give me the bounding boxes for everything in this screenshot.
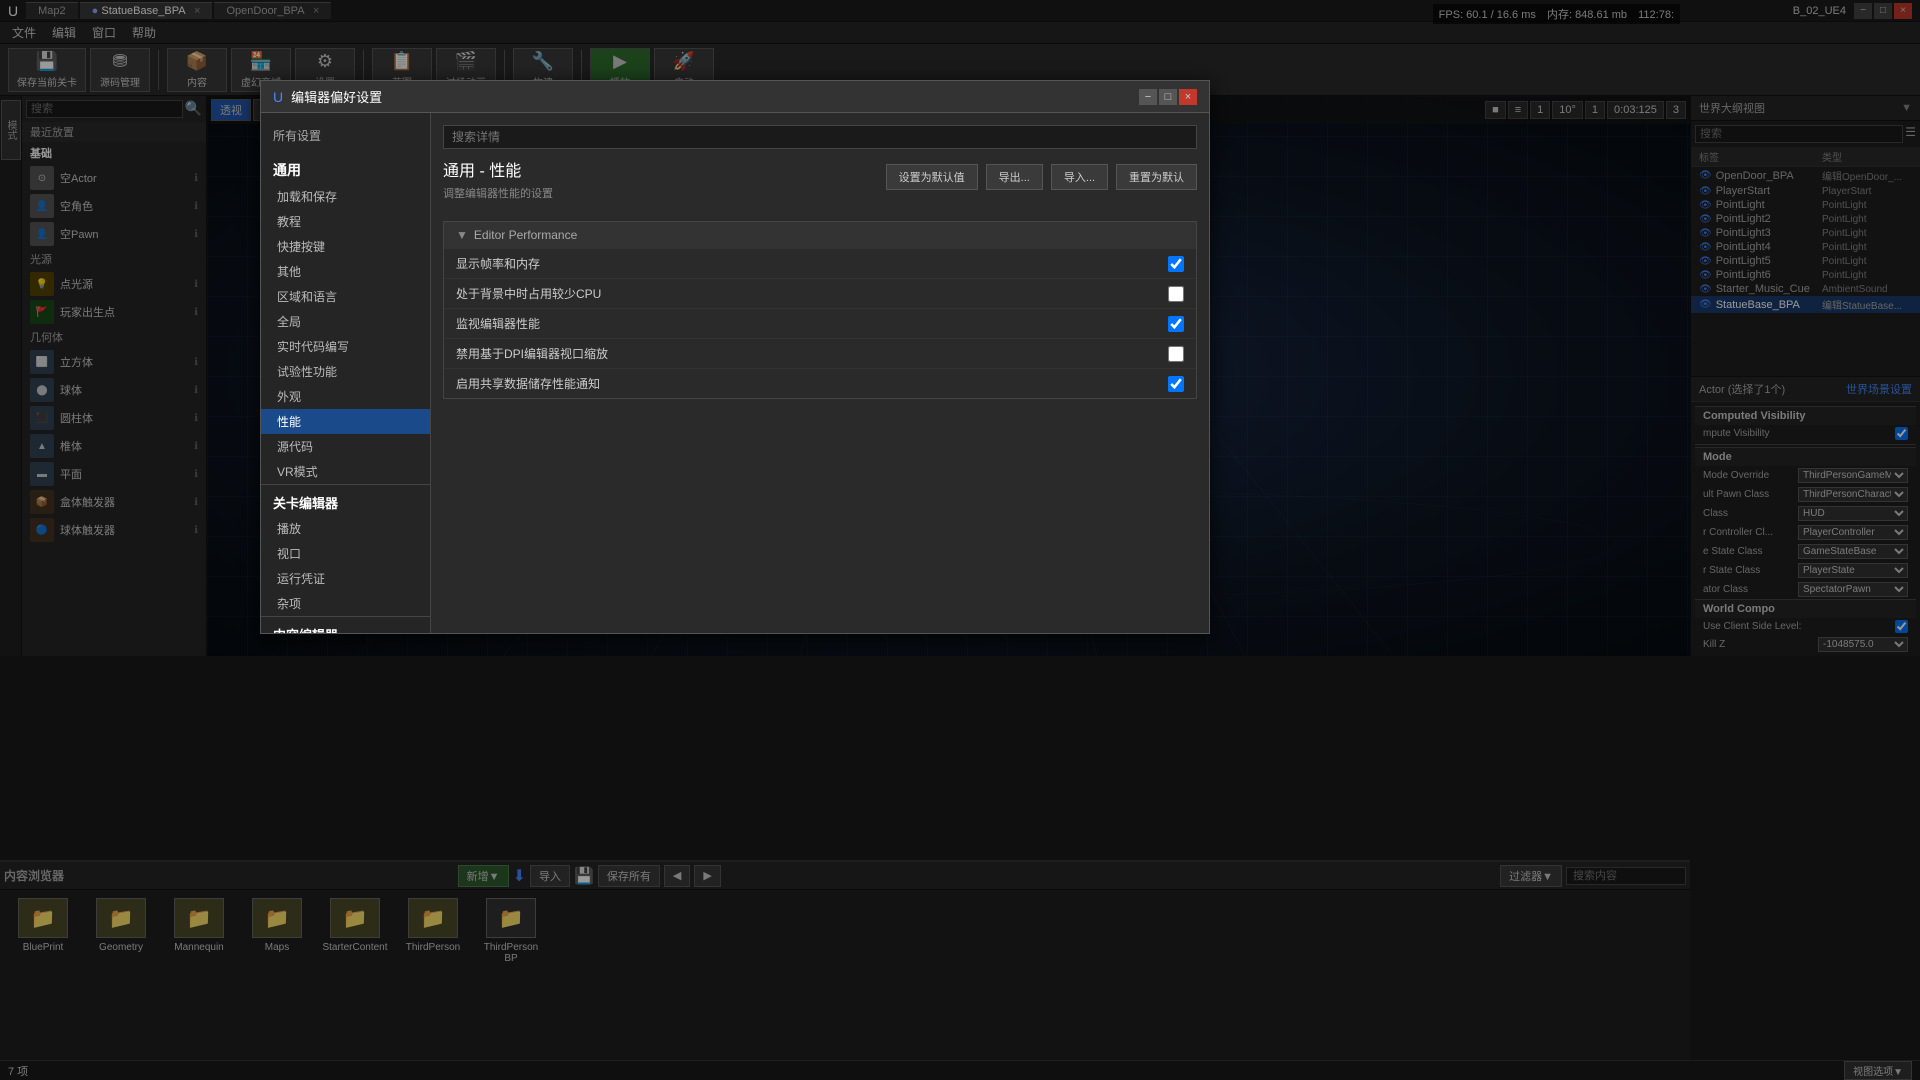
export-button[interactable]: 导出... <box>986 164 1043 190</box>
setting-label: 禁用基于DPI编辑器视口缩放 <box>456 345 1160 362</box>
background-cpu-check[interactable] <box>1168 286 1184 302</box>
modal-window-controls: − □ × <box>1139 89 1197 105</box>
modal-navigation: 所有设置 通用 加载和保存 教程 快捷按键 其他 区域和语言 全局 实时代码编写… <box>261 113 431 633</box>
setting-row: 禁用基于DPI编辑器视口缩放 <box>444 338 1196 368</box>
modal-action-bar: 设置为默认值 导出... 导入... 重置为默认 <box>886 164 1197 190</box>
nav-play[interactable]: 播放 <box>261 516 430 541</box>
editor-performance-header[interactable]: ▼ Editor Performance <box>444 222 1196 248</box>
modal-maximize-button[interactable]: □ <box>1159 89 1177 105</box>
modal-section-title: 通用 - 性能 <box>443 157 553 181</box>
modal-content-area: 通用 - 性能 调整编辑器性能的设置 设置为默认值 导出... 导入... 重置… <box>431 113 1209 633</box>
nav-source-code[interactable]: 源代码 <box>261 434 430 459</box>
nav-live-coding[interactable]: 实时代码编写 <box>261 334 430 359</box>
nav-shortcuts[interactable]: 快捷按键 <box>261 234 430 259</box>
nav-section-general: 通用 <box>261 150 430 184</box>
nav-misc[interactable]: 杂项 <box>261 591 430 616</box>
nav-region-language[interactable]: 区域和语言 <box>261 284 430 309</box>
nav-performance[interactable]: 性能 <box>261 409 430 434</box>
set-default-button[interactable]: 设置为默认值 <box>886 164 978 190</box>
modal-header-row: 通用 - 性能 调整编辑器性能的设置 设置为默认值 导出... 导入... 重置… <box>443 157 1197 213</box>
nav-credentials[interactable]: 运行凭证 <box>261 566 430 591</box>
collapse-arrow-icon: ▼ <box>456 228 468 242</box>
setting-label: 显示帧率和内存 <box>456 255 1160 272</box>
modal-title-text: 编辑器偏好设置 <box>291 87 382 106</box>
preferences-modal-overlay: U 编辑器偏好设置 − □ × 所有设置 通用 加载和保存 教程 快捷按键 其他… <box>0 0 1920 1080</box>
monitor-performance-check[interactable] <box>1168 316 1184 332</box>
modal-minimize-button[interactable]: − <box>1139 89 1157 105</box>
nav-viewport[interactable]: 视口 <box>261 541 430 566</box>
setting-label: 处于背景中时占用较少CPU <box>456 285 1160 302</box>
setting-row: 启用共享数据储存性能通知 <box>444 368 1196 398</box>
nav-vr-mode[interactable]: VR模式 <box>261 459 430 484</box>
setting-row: 监视编辑器性能 <box>444 308 1196 338</box>
modal-body: 所有设置 通用 加载和保存 教程 快捷按键 其他 区域和语言 全局 实时代码编写… <box>261 113 1209 633</box>
nav-load-save[interactable]: 加载和保存 <box>261 184 430 209</box>
reset-default-button[interactable]: 重置为默认 <box>1116 164 1197 190</box>
nav-global[interactable]: 全局 <box>261 309 430 334</box>
setting-label: 启用共享数据储存性能通知 <box>456 375 1160 392</box>
nav-section-content-editor: 内容编辑器 <box>261 616 430 633</box>
nav-section-level-editor: 关卡编辑器 <box>261 484 430 516</box>
setting-row: 显示帧率和内存 <box>444 248 1196 278</box>
modal-section-subtitle: 调整编辑器性能的设置 <box>443 185 553 201</box>
editor-performance-group: ▼ Editor Performance 显示帧率和内存 处于背景中时占用较少C… <box>443 221 1197 399</box>
fps-memory-check[interactable] <box>1168 256 1184 272</box>
editor-performance-label: Editor Performance <box>474 228 577 242</box>
nav-tutorial[interactable]: 教程 <box>261 209 430 234</box>
setting-row: 处于背景中时占用较少CPU <box>444 278 1196 308</box>
disable-dpi-check[interactable] <box>1168 346 1184 362</box>
shared-data-notify-check[interactable] <box>1168 376 1184 392</box>
nav-appearance[interactable]: 外观 <box>261 384 430 409</box>
modal-search-input[interactable] <box>443 125 1197 149</box>
modal-ue-icon: U <box>273 89 283 105</box>
modal-close-button[interactable]: × <box>1179 89 1197 105</box>
setting-label: 监视编辑器性能 <box>456 315 1160 332</box>
nav-other[interactable]: 其他 <box>261 259 430 284</box>
preferences-modal: U 编辑器偏好设置 − □ × 所有设置 通用 加载和保存 教程 快捷按键 其他… <box>260 80 1210 634</box>
import-settings-button[interactable]: 导入... <box>1051 164 1108 190</box>
modal-title-bar: U 编辑器偏好设置 − □ × <box>261 81 1209 113</box>
nav-experimental[interactable]: 试验性功能 <box>261 359 430 384</box>
nav-all-settings[interactable]: 所有设置 <box>261 121 430 150</box>
